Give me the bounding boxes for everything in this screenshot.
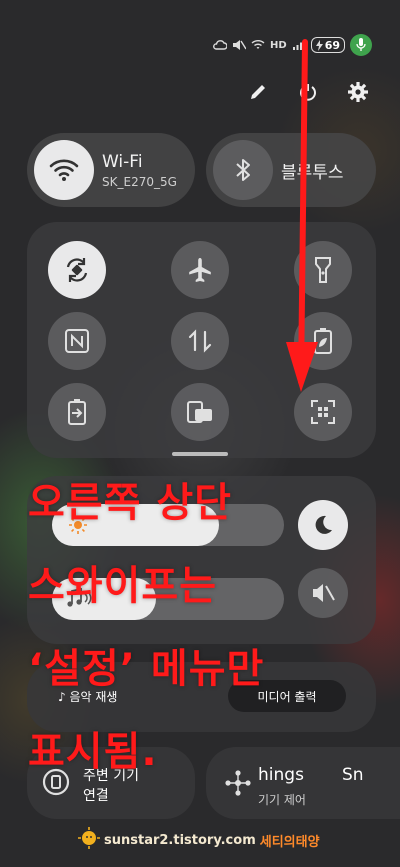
bluetooth-icon bbox=[236, 159, 250, 181]
media-output-label: 미디어 출력 bbox=[257, 689, 317, 704]
signal-icon bbox=[292, 36, 306, 55]
expand-handle[interactable] bbox=[172, 452, 228, 456]
wifi-toggle[interactable] bbox=[34, 140, 94, 200]
wireless-powershare-toggle[interactable] bbox=[48, 383, 106, 441]
wifi-tile[interactable]: Wi-Fi SK_E270_5G bbox=[27, 133, 195, 207]
mic-indicator bbox=[350, 34, 372, 56]
smartthings-tile[interactable]: hings 기기 제어 Sn bbox=[206, 747, 400, 819]
data-transfer-icon bbox=[188, 329, 212, 353]
rotate-icon bbox=[66, 258, 88, 282]
smartthings-icon bbox=[224, 769, 252, 801]
qr-scan-toggle[interactable] bbox=[294, 383, 352, 441]
power-icon[interactable] bbox=[296, 80, 320, 104]
wifi-network-name: SK_E270_5G bbox=[102, 174, 177, 189]
mobile-data-toggle[interactable] bbox=[171, 312, 229, 370]
mic-icon bbox=[356, 38, 366, 51]
watermark-brand: 세티의태양 bbox=[259, 834, 320, 850]
mute-speaker-icon bbox=[313, 584, 335, 602]
wifi-label: Wi-Fi bbox=[102, 151, 143, 172]
status-bar: HD 69 bbox=[213, 34, 372, 56]
panel-header-actions bbox=[246, 80, 370, 104]
bluetooth-tile[interactable]: 블루투스 bbox=[206, 133, 376, 207]
annotation-line-2: 스와이프는 bbox=[28, 563, 217, 609]
battery-leaf-icon bbox=[314, 328, 332, 354]
watermark: sunstar2.tistory.com 세티의태양 bbox=[78, 827, 320, 853]
bluetooth-toggle[interactable] bbox=[213, 140, 273, 200]
airplane-icon bbox=[189, 258, 211, 282]
sun-mascot-icon bbox=[78, 827, 100, 853]
battery-level: 69 bbox=[324, 38, 340, 52]
watermark-url: sunstar2.tistory.com bbox=[104, 832, 256, 848]
wifi-icon bbox=[49, 159, 79, 181]
devices-icon bbox=[187, 401, 212, 423]
battery-share-icon bbox=[68, 399, 86, 425]
qr-code-icon bbox=[311, 400, 335, 424]
nearby-devices-label-2: 연결 bbox=[83, 788, 109, 804]
annotation-line-3: ‘설정’ 메뉴만 bbox=[28, 646, 265, 692]
hd-voice-label: HD bbox=[270, 39, 287, 51]
flashlight-toggle[interactable] bbox=[294, 241, 352, 299]
pencil-icon[interactable] bbox=[246, 80, 270, 104]
smart-view-toggle[interactable] bbox=[171, 383, 229, 441]
nfc-toggle[interactable] bbox=[48, 312, 106, 370]
smartthings-label: hings bbox=[258, 765, 304, 785]
bluetooth-label: 블루투스 bbox=[281, 162, 344, 183]
auto-rotate-toggle[interactable] bbox=[48, 241, 106, 299]
mute-icon bbox=[232, 36, 247, 55]
next-tile-label: Sn bbox=[342, 765, 364, 785]
charging-icon bbox=[315, 39, 323, 51]
flashlight-icon bbox=[315, 257, 331, 283]
airplane-mode-toggle[interactable] bbox=[171, 241, 229, 299]
power-saving-toggle[interactable] bbox=[294, 312, 352, 370]
annotation-line-1: 오른쪽 상단 bbox=[28, 480, 232, 526]
annotation-line-4: 표시됨. bbox=[28, 729, 158, 775]
gear-icon[interactable] bbox=[346, 80, 370, 104]
smartthings-sub: 기기 제어 bbox=[258, 793, 306, 807]
nfc-icon bbox=[65, 329, 89, 353]
cloud-icon bbox=[213, 36, 228, 55]
wifi-status-icon bbox=[251, 36, 265, 55]
dark-mode-toggle[interactable] bbox=[298, 500, 348, 550]
sound-mode-toggle[interactable] bbox=[298, 568, 348, 618]
battery-indicator: 69 bbox=[310, 37, 345, 53]
moon-icon bbox=[315, 515, 332, 534]
